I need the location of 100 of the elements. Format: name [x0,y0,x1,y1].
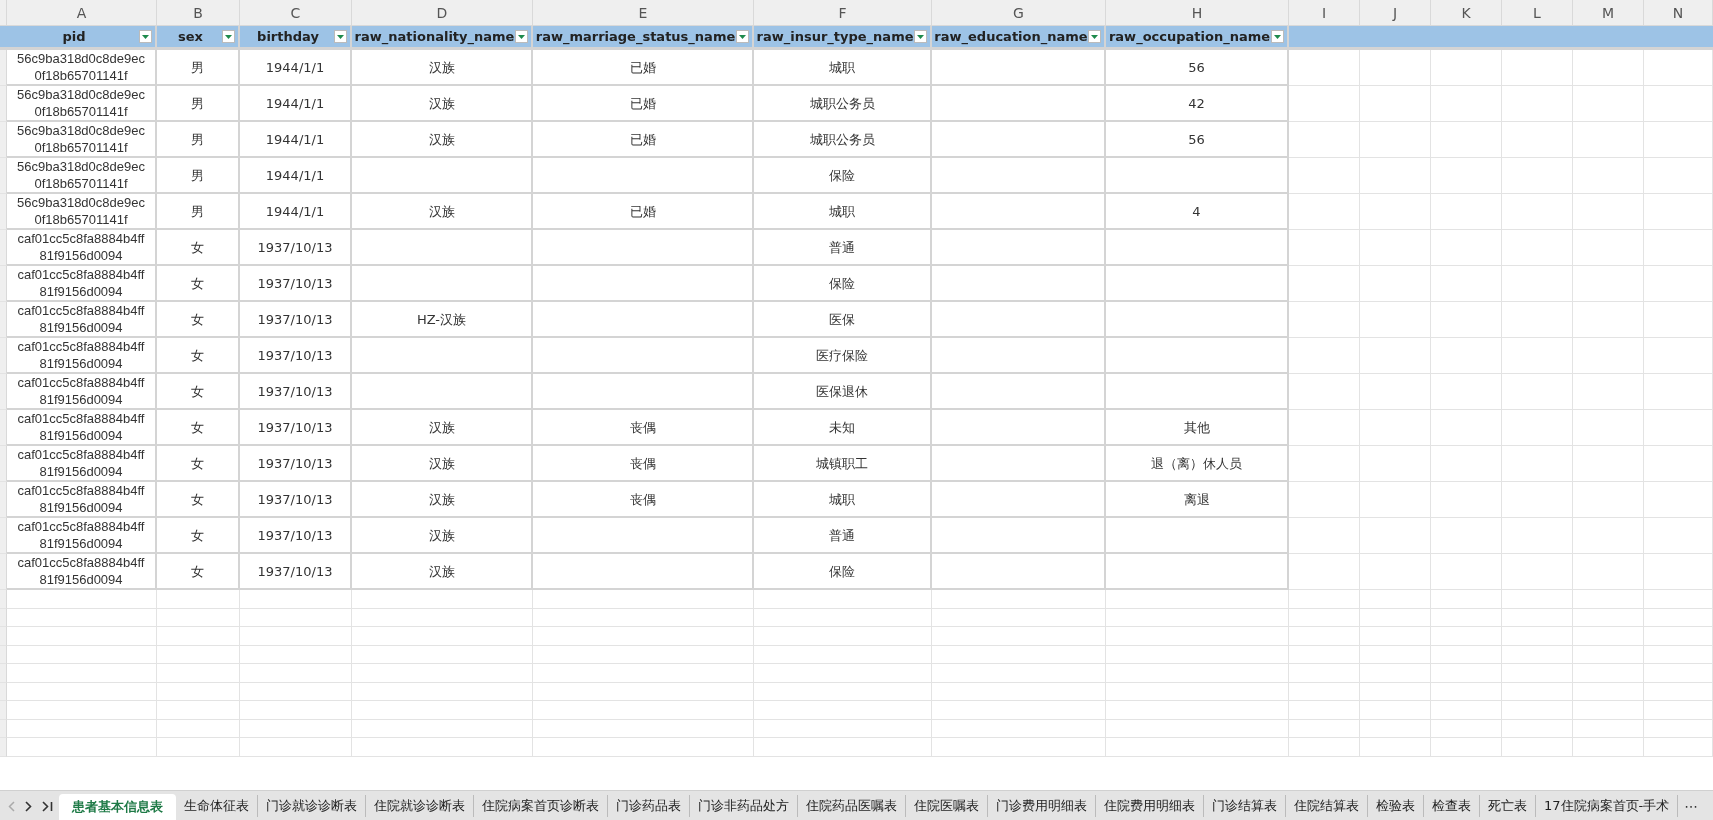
column-header[interactable]: N [1644,0,1713,25]
column-header[interactable]: D [352,0,533,25]
empty-cell [1289,338,1360,374]
row-header[interactable] [0,518,7,554]
row-header[interactable] [0,719,7,738]
empty-cell [1360,608,1431,627]
row-header[interactable] [0,701,7,720]
empty-cell [1573,738,1644,757]
sheet-tab[interactable]: 门诊非药品处方 [690,795,798,817]
empty-cell [1644,122,1713,158]
empty-cell [1644,701,1713,720]
column-header[interactable]: E [533,0,754,25]
filter-button[interactable] [914,30,927,43]
row-header[interactable] [0,645,7,664]
header-label: raw_education_name [934,29,1088,44]
sheet-tab[interactable]: 17住院病案首页-手术 [1536,795,1679,817]
empty-cell [1360,410,1431,446]
empty-cell [1502,374,1573,410]
column-header[interactable]: C [240,0,352,25]
empty-cell [1573,122,1644,158]
row-header[interactable] [0,554,7,590]
next-sheet-button[interactable] [23,798,34,814]
empty-cell [1360,645,1431,664]
row-header[interactable] [0,590,7,609]
table-cell: 离退 [1106,482,1289,518]
filter-button[interactable] [515,30,528,43]
row-header[interactable] [0,194,7,230]
empty-cell [1431,518,1502,554]
table-cell: 城镇职工 [754,446,932,482]
empty-cell [1360,50,1431,86]
filter-button[interactable] [1088,30,1101,43]
table-cell: 1937/10/13 [240,554,352,590]
dropdown-arrow-icon [1091,34,1098,39]
row-header[interactable] [0,302,7,338]
sheet-tab[interactable]: 住院医嘱表 [906,795,988,817]
sheet-tab[interactable]: 门诊结算表 [1204,795,1286,817]
row-header[interactable] [0,410,7,446]
column-header[interactable]: H [1106,0,1289,25]
sheet-tab[interactable]: 门诊就诊诊断表 [258,795,366,817]
empty-cell [1289,302,1360,338]
filter-button[interactable] [334,30,347,43]
row-header[interactable] [0,50,7,86]
filter-button[interactable] [139,30,152,43]
table-cell: 汉族 [352,410,533,446]
row-header[interactable] [0,122,7,158]
row-header[interactable] [0,86,7,122]
row-header[interactable] [0,158,7,194]
filter-button[interactable] [736,30,749,43]
empty-cell [1502,682,1573,701]
empty-cell [1644,554,1713,590]
row-header[interactable] [0,682,7,701]
row-header[interactable] [0,374,7,410]
empty-cell [1644,230,1713,266]
sheet-tab[interactable]: 住院结算表 [1286,795,1368,817]
row-header[interactable] [0,482,7,518]
empty-cell [1573,302,1644,338]
more-tabs-button[interactable]: ⋯ [1678,798,1705,814]
sheet-tab[interactable]: 死亡表 [1480,795,1536,817]
row-header[interactable] [0,338,7,374]
filter-button[interactable] [222,30,235,43]
column-header[interactable]: F [754,0,932,25]
column-header[interactable]: L [1502,0,1573,25]
sheet-tab[interactable]: 住院费用明细表 [1096,795,1204,817]
header-label: sex [178,29,203,44]
column-header[interactable]: J [1360,0,1431,25]
column-header[interactable]: G [932,0,1106,25]
sheet-tab[interactable]: 检查表 [1424,795,1480,817]
empty-cell [1431,719,1502,738]
sheet-tab[interactable]: 住院药品医嘱表 [798,795,906,817]
chevron-right-icon [25,800,32,812]
row-header[interactable] [0,608,7,627]
empty-cell [1644,719,1713,738]
sheet-tab[interactable]: 患者基本信息表 [59,794,176,820]
sheet-tab[interactable]: 检验表 [1368,795,1424,817]
sheet-tab[interactable]: 住院病案首页诊断表 [474,795,608,817]
table-cell: 已婚 [533,122,754,158]
empty-cell [1431,230,1502,266]
row-header[interactable] [0,446,7,482]
column-header[interactable]: A [7,0,157,25]
empty-cell [1502,86,1573,122]
table-cell: 女 [157,230,240,266]
prev-sheet-button[interactable] [6,798,17,814]
last-sheet-button[interactable] [40,798,55,814]
row-header[interactable] [0,738,7,757]
column-header[interactable]: K [1431,0,1502,25]
column-header[interactable]: B [157,0,240,25]
header-label: raw_nationality_name [354,29,515,44]
sheet-tab[interactable]: 门诊药品表 [608,795,690,817]
row-header[interactable] [0,627,7,646]
table-cell: 已婚 [533,86,754,122]
sheet-tab[interactable]: 住院就诊诊断表 [366,795,474,817]
row-header[interactable] [0,664,7,683]
column-header[interactable]: I [1289,0,1360,25]
filter-button[interactable] [1271,30,1284,43]
row-header[interactable] [0,266,7,302]
sheet-tab[interactable]: 门诊费用明细表 [988,795,1096,817]
empty-cell [1502,738,1573,757]
column-header[interactable]: M [1573,0,1644,25]
row-header[interactable] [0,230,7,266]
sheet-tab[interactable]: 生命体征表 [176,795,258,817]
